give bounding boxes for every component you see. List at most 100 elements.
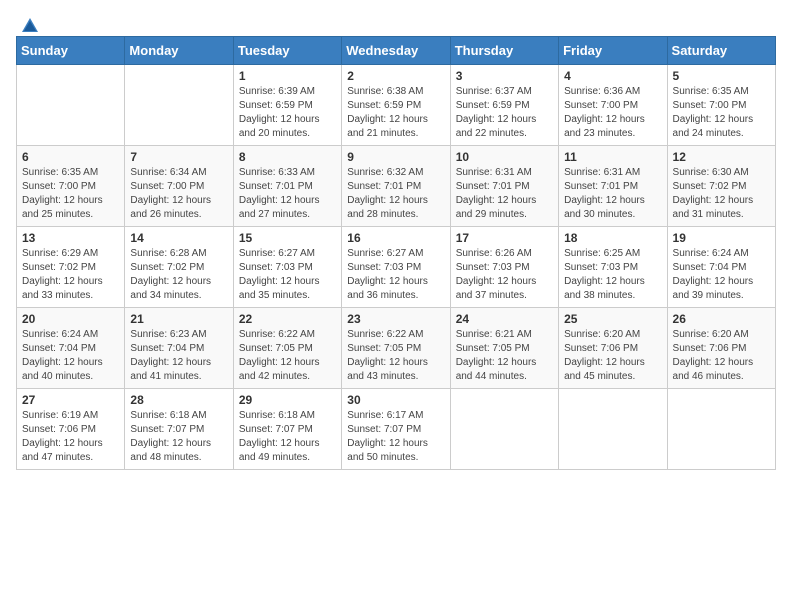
- day-info: Sunrise: 6:22 AMSunset: 7:05 PMDaylight:…: [239, 328, 336, 384]
- day-number: 16: [347, 231, 444, 245]
- day-number: 11: [564, 150, 661, 164]
- day-info: Sunrise: 6:18 AMSunset: 7:07 PMDaylight:…: [130, 409, 227, 465]
- calendar-header-row: SundayMondayTuesdayWednesdayThursdayFrid…: [17, 37, 776, 65]
- day-info: Sunrise: 6:17 AMSunset: 7:07 PMDaylight:…: [347, 409, 444, 465]
- calendar-cell: [125, 65, 233, 146]
- calendar-week-row: 13 Sunrise: 6:29 AMSunset: 7:02 PMDayligh…: [17, 227, 776, 308]
- calendar-cell: 16 Sunrise: 6:27 AMSunset: 7:03 PMDayligh…: [342, 227, 450, 308]
- day-number: 30: [347, 393, 444, 407]
- day-info: Sunrise: 6:23 AMSunset: 7:04 PMDaylight:…: [130, 328, 227, 384]
- day-info: Sunrise: 6:29 AMSunset: 7:02 PMDaylight:…: [22, 247, 119, 303]
- day-number: 19: [673, 231, 770, 245]
- calendar-cell: 13 Sunrise: 6:29 AMSunset: 7:02 PMDayligh…: [17, 227, 125, 308]
- calendar-cell: 4 Sunrise: 6:36 AMSunset: 7:00 PMDaylight…: [559, 65, 667, 146]
- calendar-cell: 25 Sunrise: 6:20 AMSunset: 7:06 PMDayligh…: [559, 308, 667, 389]
- day-info: Sunrise: 6:27 AMSunset: 7:03 PMDaylight:…: [239, 247, 336, 303]
- day-info: Sunrise: 6:37 AMSunset: 6:59 PMDaylight:…: [456, 85, 553, 141]
- calendar-cell: 27Sunrise: 6:19 AMSunset: 7:06 PMDayligh…: [17, 389, 125, 470]
- day-info: Sunrise: 6:31 AMSunset: 7:01 PMDaylight:…: [456, 166, 553, 222]
- calendar-cell: 28 Sunrise: 6:18 AMSunset: 7:07 PMDayligh…: [125, 389, 233, 470]
- day-number: 25: [564, 312, 661, 326]
- calendar-cell: 23 Sunrise: 6:22 AMSunset: 7:05 PMDayligh…: [342, 308, 450, 389]
- calendar-cell: 8 Sunrise: 6:33 AMSunset: 7:01 PMDaylight…: [233, 146, 341, 227]
- day-number: 9: [347, 150, 444, 164]
- calendar-week-row: 1 Sunrise: 6:39 AMSunset: 6:59 PMDaylight…: [17, 65, 776, 146]
- calendar-cell: [450, 389, 558, 470]
- day-number: 3: [456, 69, 553, 83]
- calendar-cell: 17Sunrise: 6:26 AMSunset: 7:03 PMDayligh…: [450, 227, 558, 308]
- calendar-cell: 12Sunrise: 6:30 AMSunset: 7:02 PMDayligh…: [667, 146, 775, 227]
- day-number: 10: [456, 150, 553, 164]
- calendar-cell: 21 Sunrise: 6:23 AMSunset: 7:04 PMDayligh…: [125, 308, 233, 389]
- calendar-cell: 14Sunrise: 6:28 AMSunset: 7:02 PMDayligh…: [125, 227, 233, 308]
- day-info: Sunrise: 6:18 AMSunset: 7:07 PMDaylight:…: [239, 409, 336, 465]
- column-header-tuesday: Tuesday: [233, 37, 341, 65]
- calendar-cell: 3 Sunrise: 6:37 AMSunset: 6:59 PMDaylight…: [450, 65, 558, 146]
- calendar-cell: [667, 389, 775, 470]
- day-number: 15: [239, 231, 336, 245]
- calendar-cell: 7 Sunrise: 6:34 AMSunset: 7:00 PMDaylight…: [125, 146, 233, 227]
- calendar-week-row: 27Sunrise: 6:19 AMSunset: 7:06 PMDayligh…: [17, 389, 776, 470]
- day-info: Sunrise: 6:20 AMSunset: 7:06 PMDaylight:…: [673, 328, 770, 384]
- calendar-cell: 2 Sunrise: 6:38 AMSunset: 6:59 PMDaylight…: [342, 65, 450, 146]
- calendar-cell: 11 Sunrise: 6:31 AMSunset: 7:01 PMDayligh…: [559, 146, 667, 227]
- calendar-cell: 30 Sunrise: 6:17 AMSunset: 7:07 PMDayligh…: [342, 389, 450, 470]
- day-info: Sunrise: 6:27 AMSunset: 7:03 PMDaylight:…: [347, 247, 444, 303]
- day-number: 13: [22, 231, 119, 245]
- column-header-saturday: Saturday: [667, 37, 775, 65]
- day-info: Sunrise: 6:28 AMSunset: 7:02 PMDaylight:…: [130, 247, 227, 303]
- day-number: 22: [239, 312, 336, 326]
- day-info: Sunrise: 6:36 AMSunset: 7:00 PMDaylight:…: [564, 85, 661, 141]
- day-info: Sunrise: 6:35 AMSunset: 7:00 PMDaylight:…: [673, 85, 770, 141]
- calendar-cell: 24Sunrise: 6:21 AMSunset: 7:05 PMDayligh…: [450, 308, 558, 389]
- day-number: 23: [347, 312, 444, 326]
- day-number: 20: [22, 312, 119, 326]
- day-number: 1: [239, 69, 336, 83]
- calendar-cell: 15 Sunrise: 6:27 AMSunset: 7:03 PMDayligh…: [233, 227, 341, 308]
- day-number: 2: [347, 69, 444, 83]
- calendar-cell: 5 Sunrise: 6:35 AMSunset: 7:00 PMDaylight…: [667, 65, 775, 146]
- logo: [16, 16, 40, 32]
- calendar-cell: 19 Sunrise: 6:24 AMSunset: 7:04 PMDayligh…: [667, 227, 775, 308]
- day-info: Sunrise: 6:20 AMSunset: 7:06 PMDaylight:…: [564, 328, 661, 384]
- day-number: 28: [130, 393, 227, 407]
- calendar-cell: 9 Sunrise: 6:32 AMSunset: 7:01 PMDaylight…: [342, 146, 450, 227]
- day-info: Sunrise: 6:26 AMSunset: 7:03 PMDaylight:…: [456, 247, 553, 303]
- calendar-table: SundayMondayTuesdayWednesdayThursdayFrid…: [16, 36, 776, 470]
- calendar-cell: 18 Sunrise: 6:25 AMSunset: 7:03 PMDayligh…: [559, 227, 667, 308]
- column-header-sunday: Sunday: [17, 37, 125, 65]
- day-info: Sunrise: 6:22 AMSunset: 7:05 PMDaylight:…: [347, 328, 444, 384]
- day-info: Sunrise: 6:34 AMSunset: 7:00 PMDaylight:…: [130, 166, 227, 222]
- calendar-week-row: 20 Sunrise: 6:24 AMSunset: 7:04 PMDayligh…: [17, 308, 776, 389]
- day-number: 12: [673, 150, 770, 164]
- page-header: [16, 16, 776, 32]
- day-number: 21: [130, 312, 227, 326]
- day-info: Sunrise: 6:24 AMSunset: 7:04 PMDaylight:…: [673, 247, 770, 303]
- calendar-cell: [559, 389, 667, 470]
- day-number: 24: [456, 312, 553, 326]
- day-number: 18: [564, 231, 661, 245]
- calendar-cell: 26 Sunrise: 6:20 AMSunset: 7:06 PMDayligh…: [667, 308, 775, 389]
- day-info: Sunrise: 6:25 AMSunset: 7:03 PMDaylight:…: [564, 247, 661, 303]
- day-number: 26: [673, 312, 770, 326]
- column-header-wednesday: Wednesday: [342, 37, 450, 65]
- column-header-monday: Monday: [125, 37, 233, 65]
- day-info: Sunrise: 6:35 AMSunset: 7:00 PMDaylight:…: [22, 166, 119, 222]
- day-info: Sunrise: 6:38 AMSunset: 6:59 PMDaylight:…: [347, 85, 444, 141]
- calendar-cell: 29 Sunrise: 6:18 AMSunset: 7:07 PMDayligh…: [233, 389, 341, 470]
- day-number: 8: [239, 150, 336, 164]
- calendar-cell: 10 Sunrise: 6:31 AMSunset: 7:01 PMDayligh…: [450, 146, 558, 227]
- day-info: Sunrise: 6:33 AMSunset: 7:01 PMDaylight:…: [239, 166, 336, 222]
- day-info: Sunrise: 6:39 AMSunset: 6:59 PMDaylight:…: [239, 85, 336, 141]
- day-number: 7: [130, 150, 227, 164]
- day-number: 29: [239, 393, 336, 407]
- day-info: Sunrise: 6:31 AMSunset: 7:01 PMDaylight:…: [564, 166, 661, 222]
- calendar-cell: 1 Sunrise: 6:39 AMSunset: 6:59 PMDaylight…: [233, 65, 341, 146]
- day-info: Sunrise: 6:32 AMSunset: 7:01 PMDaylight:…: [347, 166, 444, 222]
- day-number: 4: [564, 69, 661, 83]
- day-info: Sunrise: 6:24 AMSunset: 7:04 PMDaylight:…: [22, 328, 119, 384]
- column-header-friday: Friday: [559, 37, 667, 65]
- day-number: 5: [673, 69, 770, 83]
- calendar-cell: [17, 65, 125, 146]
- calendar-week-row: 6Sunrise: 6:35 AMSunset: 7:00 PMDaylight…: [17, 146, 776, 227]
